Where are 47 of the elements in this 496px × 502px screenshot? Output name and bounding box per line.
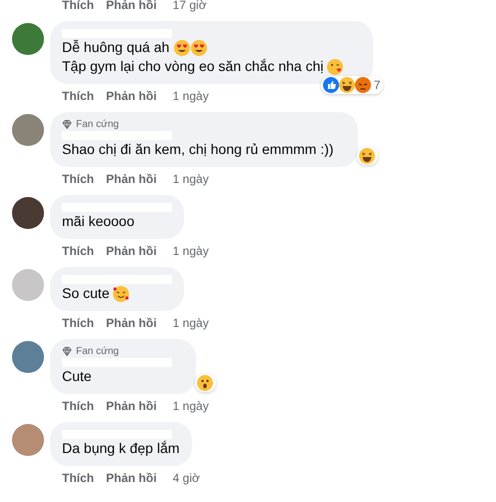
comment-time: 1 ngày <box>172 172 209 186</box>
reply-link[interactable]: Phản hồi <box>106 399 157 413</box>
comment-text: mãi keoooo <box>62 212 134 231</box>
like-link[interactable]: Thích <box>62 471 94 485</box>
like-link[interactable]: Thích <box>62 0 94 12</box>
comment-time: 1 ngày <box>172 244 209 258</box>
diamond-icon <box>62 120 72 129</box>
comment-text: Shao chị đi ăn kem, chị hong rủ emmmm :)) <box>62 140 334 159</box>
comment-time: 4 giờ <box>172 471 200 485</box>
comment-text: Dễ huông quá ah <box>62 38 170 57</box>
smiling-hearts-emoji-icon <box>113 286 130 302</box>
diamond-icon <box>62 347 72 356</box>
reply-link[interactable]: Phản hồi <box>106 244 157 258</box>
like-link[interactable]: Thích <box>62 244 94 258</box>
avatar[interactable] <box>12 197 44 229</box>
comment-time: 1 ngày <box>172 399 209 413</box>
avatar[interactable] <box>12 23 44 55</box>
like-link[interactable]: Thích <box>62 89 94 103</box>
like-link[interactable]: Thích <box>62 316 94 330</box>
surprised-reaction-icon <box>197 375 213 391</box>
kiss-emoji-icon <box>327 58 344 74</box>
like-link[interactable]: Thích <box>62 399 94 413</box>
reaction-summary[interactable] <box>356 147 378 165</box>
angry-reaction-icon <box>354 77 371 93</box>
comment-text: Tập gym lại cho vòng eo săn chắc nha chị <box>62 57 324 76</box>
reply-link[interactable]: Phản hồi <box>106 89 157 103</box>
comment-text: So cute <box>62 284 110 303</box>
laughing-reaction-icon <box>358 148 375 164</box>
reaction-summary[interactable]: 7 <box>320 76 384 94</box>
reply-link[interactable]: Phản hồi <box>106 316 157 330</box>
reaction-summary[interactable] <box>195 374 216 392</box>
reply-link[interactable]: Phản hồi <box>106 0 157 12</box>
heart-eyes-emoji-icon <box>174 40 190 56</box>
comment-time: 17 giờ <box>172 0 207 12</box>
reply-link[interactable]: Phản hồi <box>106 172 157 186</box>
reply-link[interactable]: Phản hồi <box>106 471 157 485</box>
comment-text: Cute <box>62 367 92 386</box>
laughing-reaction-icon <box>338 77 355 93</box>
comment-text: Da bụng k đẹp lắm <box>62 439 180 458</box>
reaction-count: 7 <box>374 78 380 92</box>
like-reaction-icon <box>322 77 339 93</box>
comment-time: 1 ngày <box>172 316 209 330</box>
badge-label: Fan cứng <box>76 119 119 130</box>
badge-label: Fan cứng <box>76 346 119 357</box>
heart-eyes-emoji-icon <box>191 40 208 56</box>
comment-time: 1 ngày <box>172 89 209 103</box>
like-link[interactable]: Thích <box>62 172 94 186</box>
